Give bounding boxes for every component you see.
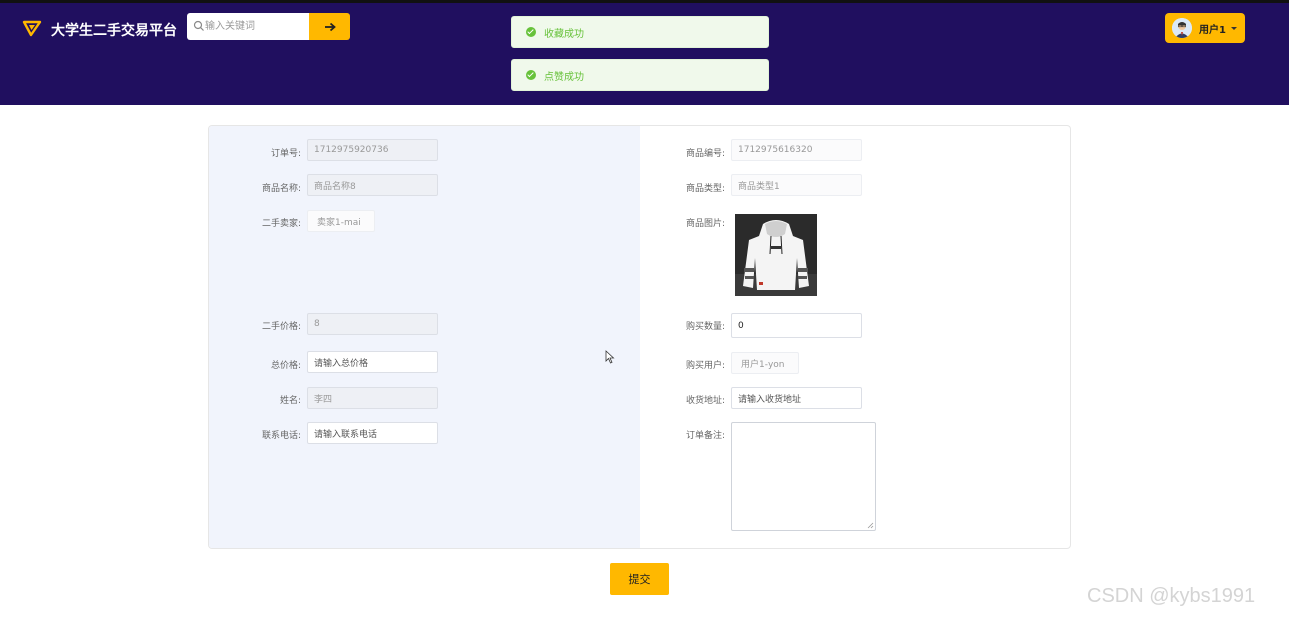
user-menu-button[interactable]: 用户1 (1165, 13, 1245, 43)
watermark-text: CSDN @kybs1991 (1087, 585, 1256, 607)
search-icon (193, 20, 204, 31)
submit-button[interactable]: 提交 (610, 563, 669, 595)
total-price-input[interactable]: 请输入总价格 (307, 351, 438, 373)
name-field: 李四 (307, 387, 438, 409)
product-id-field: 1712975616320 (731, 139, 862, 161)
product-id-label: 商品编号: (685, 149, 725, 159)
quantity-value: 0 (738, 320, 744, 331)
user-name: 用户1 (1199, 24, 1226, 36)
logo-icon (22, 20, 42, 37)
product-image[interactable] (735, 214, 817, 296)
order-no-label: 订单号: (270, 149, 301, 159)
search-button[interactable] (309, 13, 350, 40)
product-image-label: 商品图片: (685, 219, 725, 229)
mouse-cursor-icon (605, 350, 615, 364)
toast-message: 收藏成功 (544, 28, 584, 40)
seller-label: 二手卖家: (261, 219, 301, 229)
site-title: 大学生二手交易平台 (51, 23, 177, 39)
user-avatar (1172, 18, 1192, 38)
hoodie-image-icon (735, 214, 817, 296)
price-label: 二手价格: (261, 322, 301, 332)
product-type-field: 商品类型1 (731, 174, 862, 196)
name-value: 李四 (314, 394, 333, 405)
product-id-value: 1712975616320 (738, 145, 813, 155)
phone-placeholder: 请输入联系电话 (314, 429, 378, 440)
seller-field: 卖家1-mai (307, 210, 375, 232)
buyer-value: 用户1-yon (741, 359, 785, 370)
seller-value: 卖家1-mai (317, 217, 361, 228)
buyer-field: 用户1-yon (731, 352, 799, 374)
order-form-card: 订单号: 1712975920736 商品名称: 商品名称8 二手卖家: 卖家1… (208, 125, 1071, 549)
product-name-field: 商品名称8 (307, 174, 438, 196)
order-no-value: 1712975920736 (314, 145, 389, 155)
name-label: 姓名: (279, 396, 301, 406)
remark-textarea[interactable] (731, 422, 876, 531)
avatar-icon (1172, 18, 1192, 38)
remark-label: 订单备注: (685, 431, 725, 441)
total-price-placeholder: 请输入总价格 (314, 358, 369, 369)
success-check-icon (526, 27, 536, 37)
toast-favorite-success: 收藏成功 (511, 16, 769, 48)
total-price-label: 总价格: (270, 361, 301, 371)
search-input[interactable] (205, 15, 305, 37)
buyer-label: 购买用户: (685, 361, 725, 371)
address-label: 收货地址: (685, 396, 725, 406)
product-name-label: 商品名称: (261, 184, 301, 194)
address-placeholder: 请输入收货地址 (738, 394, 802, 405)
product-type-label: 商品类型: (685, 184, 725, 194)
price-field: 8 (307, 313, 438, 335)
toast-like-success: 点赞成功 (511, 59, 769, 91)
resize-handle-icon[interactable] (867, 522, 874, 529)
phone-label: 联系电话: (261, 431, 301, 441)
quantity-input[interactable]: 0 (731, 313, 862, 338)
order-no-field: 1712975920736 (307, 139, 438, 161)
search-box (187, 13, 309, 40)
phone-input[interactable]: 请输入联系电话 (307, 422, 438, 444)
toast-message: 点赞成功 (544, 71, 584, 83)
product-name-value: 商品名称8 (314, 181, 356, 192)
product-type-value: 商品类型1 (738, 181, 780, 192)
price-value: 8 (314, 319, 320, 329)
caret-down-icon (1230, 26, 1237, 30)
quantity-label: 购买数量: (685, 322, 725, 332)
arrow-right-icon (324, 22, 336, 31)
address-input[interactable]: 请输入收货地址 (731, 387, 862, 409)
success-check-icon (526, 70, 536, 80)
